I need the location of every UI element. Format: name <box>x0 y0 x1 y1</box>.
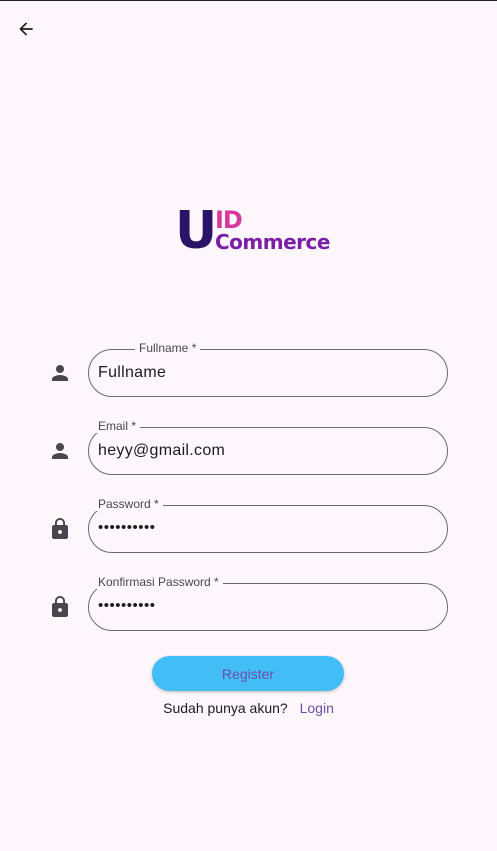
login-prompt-text: Sudah punya akun? <box>163 700 288 716</box>
logo-commerce: Commerce <box>215 230 330 254</box>
email-field[interactable]: Email * heyy@gmail.com <box>88 419 448 475</box>
password-label: Password * <box>94 497 163 511</box>
confirm-password-value: •••••••••• <box>98 597 156 614</box>
logo-u: U <box>175 201 218 261</box>
confirm-password-row: Konfirmasi Password * •••••••••• <box>48 575 448 631</box>
person-icon <box>52 443 68 459</box>
login-prompt-row: Sudah punya akun? Login <box>0 699 497 717</box>
person-icon <box>52 365 68 381</box>
email-row: Email * heyy@gmail.com <box>48 419 448 475</box>
confirm-password-label: Konfirmasi Password * <box>94 575 223 589</box>
fullname-value: Fullname <box>98 364 167 381</box>
email-label: Email * <box>94 419 141 433</box>
email-value: heyy@gmail.com <box>98 442 226 459</box>
password-value: •••••••••• <box>98 519 156 536</box>
password-field[interactable]: Password * •••••••••• <box>88 497 448 553</box>
lock-icon <box>52 518 68 539</box>
lock-icon <box>52 596 68 617</box>
fullname-row: Fullname * Fullname <box>48 341 448 397</box>
uid-commerce-logo: U ID Commerce <box>175 205 335 261</box>
login-link[interactable]: Login <box>300 700 334 716</box>
arrow-left-icon <box>19 22 33 36</box>
fullname-label: Fullname * <box>135 341 201 355</box>
register-button[interactable]: Register <box>152 656 344 691</box>
back-button[interactable] <box>12 15 40 43</box>
confirm-password-field[interactable]: Konfirmasi Password * •••••••••• <box>88 575 448 631</box>
fullname-field[interactable]: Fullname * Fullname <box>88 341 448 397</box>
password-row: Password * •••••••••• <box>48 497 448 553</box>
